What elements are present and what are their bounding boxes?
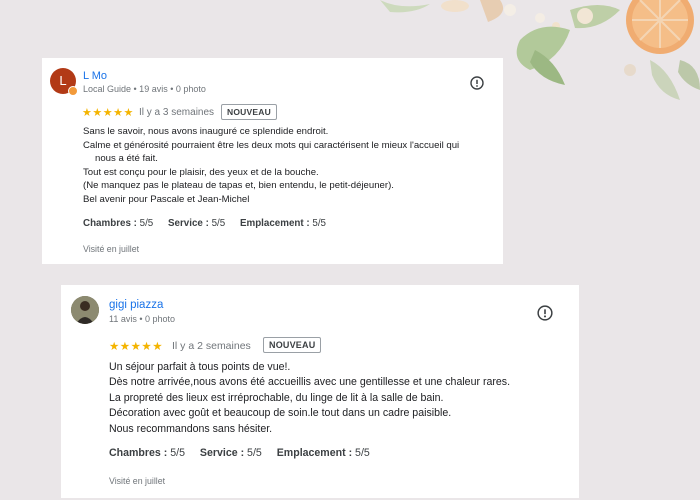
reviewer-meta: Local Guide • 19 avis • 0 photo (83, 84, 206, 94)
star-rating: ★★★★★ (82, 107, 134, 119)
review-line: nous a été fait. (95, 153, 158, 165)
category-ratings: Chambres : 5/5 Service : 5/5 Emplacement… (109, 447, 382, 459)
review-card: L L Mo Local Guide • 19 avis • 0 photo ★… (42, 58, 503, 264)
rating-location: Emplacement : 5/5 (276, 447, 370, 459)
avatar[interactable]: L (50, 68, 78, 96)
review-line: Tout est conçu pour le plaisir, des yeux… (83, 166, 319, 178)
review-line: Bel avenir pour Pascale et Jean-Michel (83, 193, 250, 205)
reviewer-name[interactable]: L Mo (83, 70, 107, 82)
category-ratings: Chambres : 5/5 Service : 5/5 Emplacement… (83, 218, 338, 229)
star-rating: ★★★★★ (109, 341, 164, 353)
reviewer-meta: 11 avis • 0 photo (109, 314, 176, 324)
review-time: Il y a 3 semaines (139, 107, 215, 118)
reviewer-name[interactable]: gigi piazza (109, 299, 163, 311)
local-guide-badge-icon (68, 86, 78, 96)
review-text: Un séjour parfait à tous points de vue!.… (109, 360, 510, 437)
info-icon[interactable] (537, 305, 553, 321)
review-line: La propreté des lieux est irréprochable,… (109, 391, 444, 404)
review-line: Nous recommandons sans hésiter. (109, 422, 273, 435)
rating-rooms: Chambres : 5/5 (109, 447, 185, 459)
review-time: Il y a 2 semaines (172, 340, 251, 352)
review-line: Sans le savoir, nous avons inauguré ce s… (83, 126, 329, 137)
rating-rooms: Chambres : 5/5 (83, 218, 154, 229)
review-line: Décoration avec goût et beaucoup de soin… (109, 407, 452, 420)
new-badge: NOUVEAU (221, 104, 277, 120)
avatar-photo (71, 296, 99, 324)
visited-date: Visité en juillet (109, 476, 166, 486)
rating-location: Emplacement : 5/5 (239, 218, 327, 229)
rating-service: Service : 5/5 (168, 218, 226, 229)
avatar[interactable] (71, 296, 99, 324)
review-line: (Ne manquez pas le plateau de tapas et, … (83, 180, 394, 192)
visited-date: Visité en juillet (83, 244, 140, 254)
review-line: Un séjour parfait à tous points de vue!. (109, 361, 291, 373)
review-text: Sans le savoir, nous avons inauguré ce s… (83, 125, 459, 207)
info-icon[interactable] (470, 76, 484, 90)
rating-service: Service : 5/5 (199, 447, 262, 459)
new-badge: NOUVEAU (263, 337, 322, 353)
review-line: Dès notre arrivée,nous avons été accueil… (109, 376, 511, 389)
review-line: Calme et générosité pourraient être les … (83, 139, 460, 151)
review-card: gigi piazza 11 avis • 0 photo ★★★★★ Il y… (61, 285, 579, 498)
